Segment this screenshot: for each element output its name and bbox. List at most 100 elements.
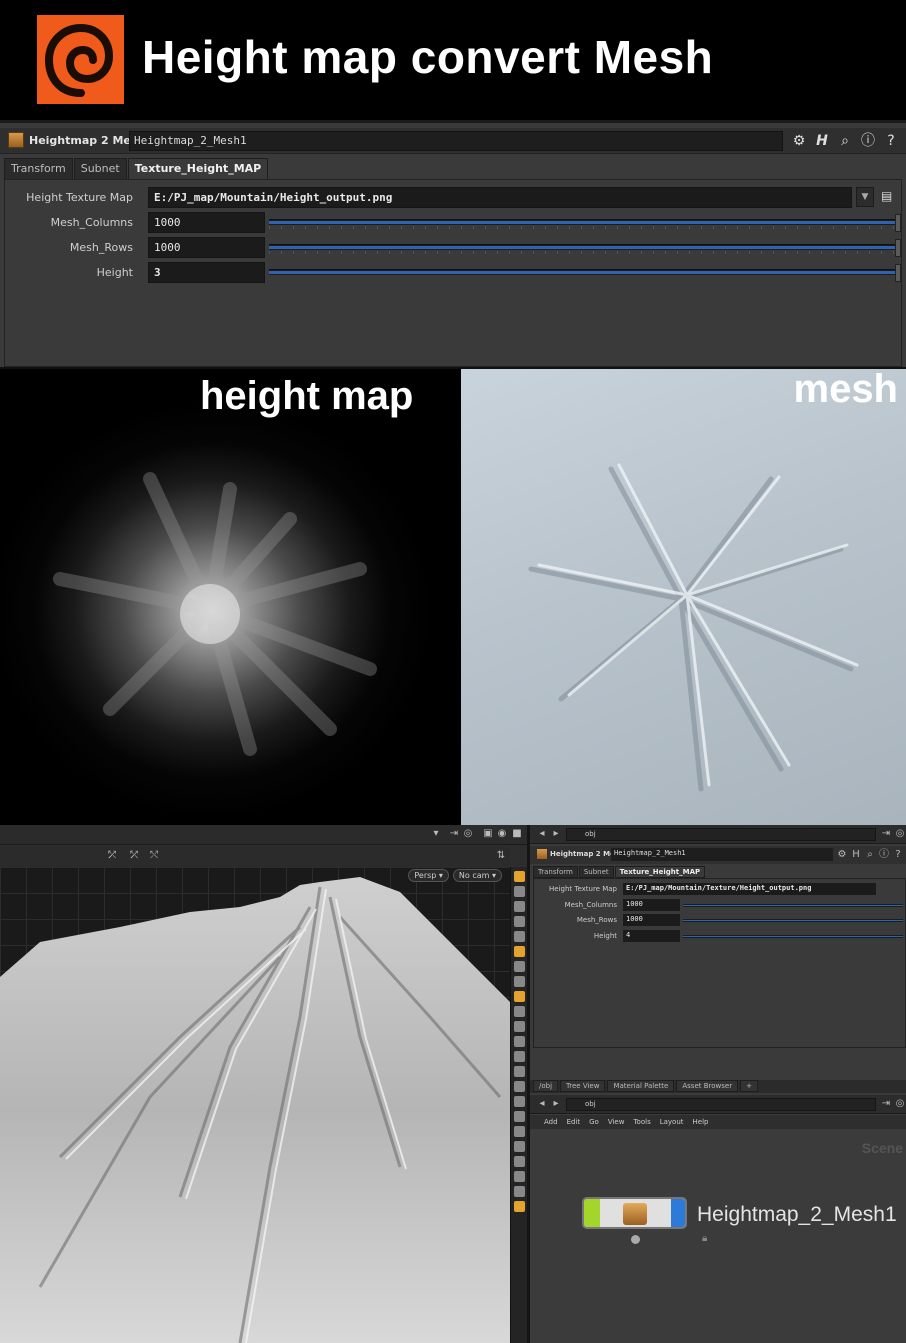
- square-icon[interactable]: [514, 1171, 525, 1182]
- camera-icon[interactable]: ◉: [496, 828, 508, 840]
- height-field[interactable]: 3: [148, 262, 265, 283]
- points-icon[interactable]: [514, 1006, 525, 1017]
- heightmap-node[interactable]: [582, 1197, 687, 1229]
- mesh-rows-field[interactable]: 1000: [148, 237, 265, 258]
- sphere-icon[interactable]: [514, 931, 525, 942]
- tab-texture-height-map[interactable]: Texture_Height_MAP: [127, 158, 269, 179]
- tab-texture-height-map[interactable]: Texture_Height_MAP: [614, 866, 706, 878]
- mesh-columns-slider[interactable]: [269, 214, 901, 232]
- network-editor[interactable]: Scene Heightmap_2_Mesh1 🔒︎: [530, 1130, 906, 1343]
- camera-persp-menu[interactable]: Persp ▾: [408, 869, 449, 882]
- height-texture-map-field[interactable]: E:/PJ_map/Mountain/Texture/Height_output…: [623, 883, 876, 895]
- search-icon[interactable]: ⌕: [864, 849, 876, 861]
- menu-view[interactable]: View: [608, 1115, 625, 1129]
- light-icon[interactable]: [514, 916, 525, 927]
- dot-icon[interactable]: [514, 1021, 525, 1032]
- pin-icon[interactable]: [514, 961, 525, 972]
- mesh-rows-slider[interactable]: [269, 239, 901, 257]
- gear-icon[interactable]: ⚙: [836, 849, 848, 861]
- mesh-columns-slider[interactable]: [683, 904, 903, 907]
- add-tab-button[interactable]: +: [740, 1080, 758, 1092]
- pin-icon[interactable]: ⇥: [880, 1098, 892, 1110]
- pin-icon[interactable]: ⇥: [880, 828, 892, 840]
- menu-edit[interactable]: Edit: [567, 1115, 581, 1129]
- tab-asset-browser[interactable]: Asset Browser: [676, 1080, 739, 1092]
- tab-transform[interactable]: Transform: [4, 158, 73, 179]
- height-slider[interactable]: [683, 935, 903, 938]
- node-name-field[interactable]: Heightmap_2_Mesh1: [611, 848, 833, 861]
- help-icon[interactable]: ?: [882, 132, 900, 150]
- display-options-icon[interactable]: ⇅: [495, 850, 507, 862]
- tab-obj[interactable]: /obj: [533, 1080, 559, 1092]
- houdini-h-icon[interactable]: H: [850, 849, 862, 861]
- height-field[interactable]: 4: [623, 930, 680, 942]
- select-tool-icon[interactable]: [514, 871, 525, 882]
- slider-handle[interactable]: [895, 239, 901, 257]
- mesh-columns-field[interactable]: 1000: [623, 899, 680, 911]
- back-icon[interactable]: ◂: [536, 1098, 548, 1110]
- camera-icon[interactable]: [514, 1096, 525, 1107]
- menu-help[interactable]: Help: [693, 1115, 709, 1129]
- grid-icon[interactable]: [514, 1126, 525, 1137]
- forward-icon[interactable]: ▸: [550, 1098, 562, 1110]
- menu-tools[interactable]: Tools: [633, 1115, 650, 1129]
- link-icon[interactable]: ◎: [462, 828, 474, 840]
- houdini-h-icon[interactable]: H: [813, 132, 831, 150]
- no-cam-menu[interactable]: No cam ▾: [452, 869, 502, 882]
- maximize-icon[interactable]: ■: [511, 828, 523, 840]
- menu-go[interactable]: Go: [589, 1115, 599, 1129]
- height-slider[interactable]: [269, 264, 901, 282]
- link-icon[interactable]: ◎: [894, 828, 906, 840]
- mesh-rows-field[interactable]: 1000: [623, 914, 680, 926]
- viewport-canvas[interactable]: Persp ▾ No cam ▾: [0, 867, 510, 1343]
- guide-icon[interactable]: [514, 1066, 525, 1077]
- handle-icon[interactable]: [514, 1156, 525, 1167]
- slider-handle[interactable]: [895, 214, 901, 232]
- render-icon[interactable]: [514, 1201, 525, 1212]
- node-output-connector[interactable]: [631, 1235, 640, 1244]
- node-name-field[interactable]: Heightmap_2_Mesh1: [129, 131, 783, 151]
- snap-grid-icon[interactable]: ⤱: [128, 850, 140, 862]
- file-chooser-icon[interactable]: ▤: [881, 189, 895, 205]
- path-field[interactable]: obj: [566, 828, 876, 841]
- network-path-field[interactable]: obj: [566, 1098, 876, 1111]
- forward-icon[interactable]: ▸: [550, 828, 562, 840]
- mesh-rows-slider[interactable]: [683, 919, 903, 922]
- height-texture-map-field[interactable]: E:/PJ_map/Mountain/Height_output.png: [148, 187, 852, 208]
- chevron-down-icon[interactable]: ▼: [856, 187, 874, 207]
- visibility-icon[interactable]: [514, 1081, 525, 1092]
- slider-handle[interactable]: [895, 264, 901, 282]
- tab-subnet[interactable]: Subnet: [73, 158, 127, 179]
- snap-multi-icon[interactable]: ⤲: [148, 850, 160, 862]
- menu-layout[interactable]: Layout: [660, 1115, 684, 1129]
- back-icon[interactable]: ◂: [536, 828, 548, 840]
- link-icon[interactable]: ◎: [894, 1098, 906, 1110]
- lock-icon[interactable]: [514, 901, 525, 912]
- display-icon[interactable]: [514, 886, 525, 897]
- render-flag[interactable]: [671, 1199, 685, 1227]
- texture-icon[interactable]: [514, 991, 525, 1002]
- snap-icon[interactable]: ⤱: [106, 850, 118, 862]
- help-icon[interactable]: ?: [892, 849, 904, 861]
- abc-icon[interactable]: [514, 1186, 525, 1197]
- ghost-icon[interactable]: [514, 1111, 525, 1122]
- mesh-columns-field[interactable]: 1000: [148, 212, 265, 233]
- shading-icon[interactable]: [514, 946, 525, 957]
- box-icon[interactable]: [514, 1141, 525, 1152]
- scene-viewport[interactable]: ▾ ⇥ ◎ ▣ ◉ ■ ⤱ ⤱ ⤲ ⇅ Persp ▾ No cam ▾: [0, 825, 527, 1343]
- info-icon[interactable]: ⓘ: [878, 849, 890, 861]
- tab-tree-view[interactable]: Tree View: [560, 1080, 606, 1092]
- tab-material-palette[interactable]: Material Palette: [607, 1080, 675, 1092]
- menu-add[interactable]: Add: [544, 1115, 558, 1129]
- pin-icon[interactable]: ⇥: [448, 828, 460, 840]
- vector-icon[interactable]: [514, 1051, 525, 1062]
- search-icon[interactable]: ⌕: [836, 132, 854, 150]
- marker-icon[interactable]: [514, 976, 525, 987]
- normals-icon[interactable]: [514, 1036, 525, 1047]
- layout-icon[interactable]: ▣: [482, 828, 494, 840]
- display-flag[interactable]: [584, 1199, 600, 1227]
- info-icon[interactable]: ⓘ: [859, 132, 877, 150]
- tab-transform[interactable]: Transform: [533, 866, 578, 878]
- gear-icon[interactable]: ⚙: [790, 132, 808, 150]
- chevron-down-icon[interactable]: ▾: [430, 828, 442, 840]
